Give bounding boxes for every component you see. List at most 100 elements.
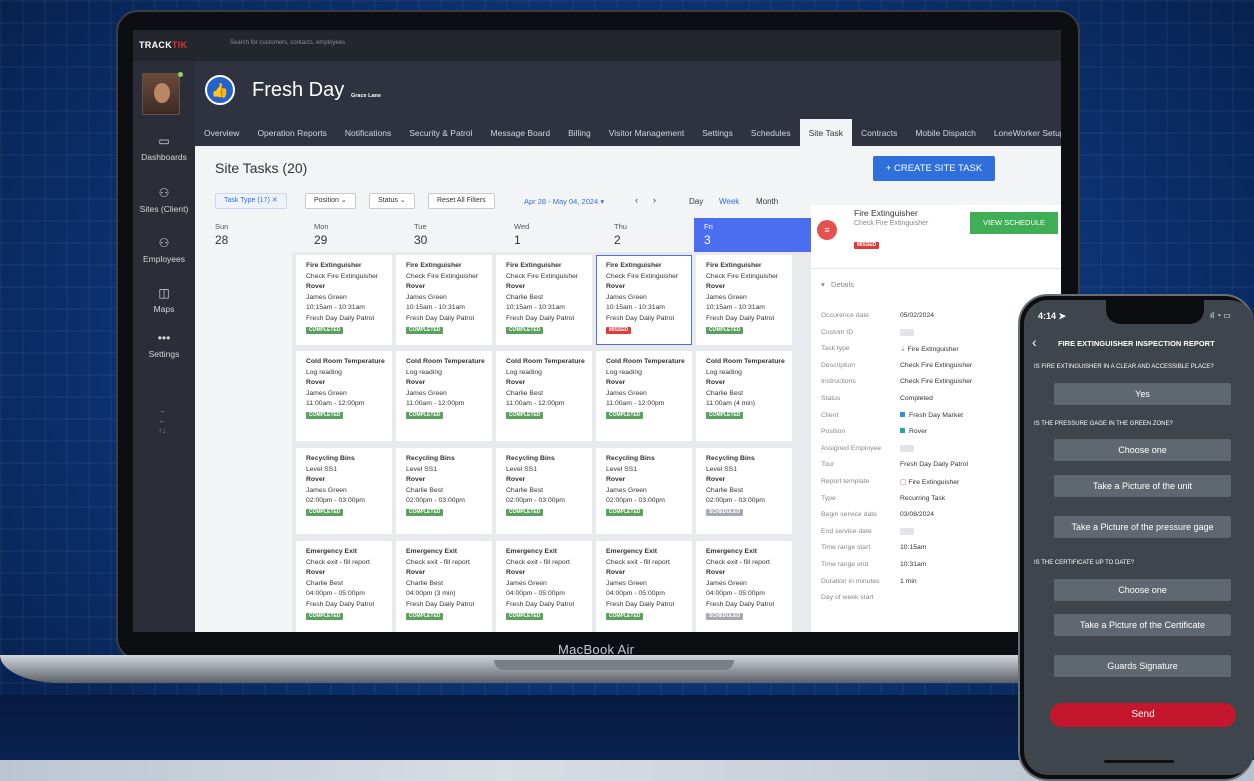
question-3: IS THE CERTIFICATE UP TO DATE? <box>1034 560 1134 566</box>
guards-signature-button[interactable]: Guards Signature <box>1054 655 1231 677</box>
detail-value-text: Rover <box>909 428 928 436</box>
prev-week-icon[interactable]: ‹ <box>635 195 638 205</box>
take-picture-certificate-button[interactable]: Take a Picture of the Certificate <box>1054 614 1231 636</box>
task-card-title: Fire Extinguisher <box>506 262 562 269</box>
task-card-time: 04:00pm - 05:00pm <box>706 590 765 598</box>
tab-notifications[interactable]: Notifications <box>336 119 400 146</box>
status-filter[interactable]: Status ⌄ <box>369 193 415 209</box>
tracktik-logo[interactable]: TRACKTIK <box>139 40 187 50</box>
sidebar-item-maps[interactable]: ◫ Maps <box>133 286 195 314</box>
detail-value-text: Fresh Day Market <box>909 411 964 419</box>
tab-site-task[interactable]: Site Task <box>799 119 852 146</box>
task-card[interactable]: Emergency Exit Check exit - fill report Ro… <box>496 541 592 632</box>
tab-security-patrol[interactable]: Security & Patrol <box>400 119 481 146</box>
task-card-desc: Check exit - fill report <box>506 558 570 566</box>
task-card[interactable]: Recycling Bins Level SS1 Rover James Green 0… <box>596 448 692 534</box>
task-card[interactable]: Cold Room Temperature Log reading Rover Cha… <box>696 351 792 441</box>
back-chevron-icon[interactable]: ‹ <box>1032 334 1037 350</box>
task-card-title: Emergency Exit <box>406 548 457 555</box>
task-card-desc: Level SS1 <box>506 465 537 473</box>
view-month[interactable]: Month <box>756 197 778 206</box>
tab-contracts[interactable]: Contracts <box>852 119 906 146</box>
task-card[interactable]: Fire Extinguisher Check Fire Extinguisher… <box>296 255 392 345</box>
task-card[interactable]: Fire Extinguisher Check Fire Extinguisher… <box>696 255 792 345</box>
task-card-pos: Rover <box>706 283 726 291</box>
sidebar-item-dashboards[interactable]: ▭ Dashboards <box>133 134 195 162</box>
task-card-title: Recycling Bins <box>506 455 555 462</box>
employees-icon: ⚇ <box>158 236 170 250</box>
task-card[interactable]: Emergency Exit Check exit - fill report Ro… <box>696 541 792 632</box>
date-range-picker[interactable]: Apr 28 - May 04, 2024 ▾ <box>524 197 604 206</box>
sidebar-arrows-icon[interactable]: → ← ↑↓ <box>158 406 166 436</box>
create-site-task-button[interactable]: + CREATE SITE TASK <box>873 156 995 181</box>
tab-mobile-dispatch[interactable]: Mobile Dispatch <box>906 119 984 146</box>
task-card[interactable]: Recycling Bins Level SS1 Rover Charlie Best… <box>496 448 592 534</box>
next-week-icon[interactable]: › <box>653 195 656 205</box>
task-card[interactable]: Fire Extinguisher Check Fire Extinguisher… <box>596 255 692 345</box>
task-card-pos: Rover <box>706 476 726 484</box>
detail-field-value <box>900 527 914 535</box>
avatar[interactable] <box>142 73 180 115</box>
task-card[interactable]: Recycling Bins Level SS1 Rover James Green 0… <box>296 448 392 534</box>
task-card[interactable]: Recycling Bins Level SS1 Rover Charlie Best… <box>696 448 792 534</box>
detail-field-label: Description <box>821 361 855 369</box>
task-card-tour: Fresh Day Daily Patrol <box>506 600 574 608</box>
task-card[interactable]: Cold Room Temperature Log reading Rover Jam… <box>296 351 392 441</box>
task-card[interactable]: Emergency Exit Check exit - fill report Ro… <box>396 541 492 632</box>
task-card[interactable]: Emergency Exit Check exit - fill report Ro… <box>296 541 392 632</box>
sites-icon: ⚇ <box>158 186 170 200</box>
close-icon[interactable]: ✕ <box>272 197 278 204</box>
search-input[interactable]: Search for customers, contacts, employee… <box>230 40 345 46</box>
tab-settings[interactable]: Settings <box>693 119 742 146</box>
answer-yes-button[interactable]: Yes <box>1054 383 1231 405</box>
task-card[interactable]: Recycling Bins Level SS1 Rover Charlie Best… <box>396 448 492 534</box>
choose-one-select-2[interactable]: Choose one <box>1054 579 1231 601</box>
status-badge: COMPLETED <box>406 508 444 516</box>
detail-value-text: 05/02/2024 <box>900 312 935 319</box>
view-schedule-button[interactable]: VIEW SCHEDULE <box>970 212 1058 234</box>
status-badge: COMPLETED <box>606 508 644 516</box>
task-card[interactable]: Cold Room Temperature Log reading Rover Jam… <box>396 351 492 441</box>
task-type-filter[interactable]: Task Type (17) ✕ <box>215 193 287 209</box>
sidebar-item-employees[interactable]: ⚇ Employees <box>133 236 195 264</box>
tab-visitor-management[interactable]: Visitor Management <box>600 119 693 146</box>
tab-loneworker-setup[interactable]: LoneWorker Setup <box>985 119 1061 146</box>
sidebar-item-sites[interactable]: ⚇ Sites (Client) <box>133 186 195 214</box>
task-card[interactable]: Fire Extinguisher Check Fire Extinguisher… <box>496 255 592 345</box>
task-card-tour: Fresh Day Daily Patrol <box>706 600 774 608</box>
task-card-emp: James Green <box>606 579 647 587</box>
day-header: Sun 28 <box>195 218 294 252</box>
choose-one-select[interactable]: Choose one <box>1054 439 1231 461</box>
detail-field-value: ▢ Fire Extinguisher <box>900 478 959 486</box>
view-day[interactable]: Day <box>689 197 703 206</box>
take-picture-gage-button[interactable]: Take a Picture of the pressure gage <box>1054 516 1231 538</box>
task-card[interactable]: Emergency Exit Check exit - fill report Ro… <box>596 541 692 632</box>
task-card-time: 02:00pm - 03:00pm <box>306 497 365 505</box>
task-card-desc: Level SS1 <box>606 465 637 473</box>
tab-billing[interactable]: Billing <box>559 119 600 146</box>
detail-field-value <box>900 328 914 336</box>
task-card[interactable]: Cold Room Temperature Log reading Rover Jam… <box>596 351 692 441</box>
tab-schedules[interactable]: Schedules <box>742 119 800 146</box>
task-card[interactable]: Fire Extinguisher Check Fire Extinguisher… <box>396 255 492 345</box>
detail-field-value: 10:15am <box>900 544 926 551</box>
tab-message-board[interactable]: Message Board <box>482 119 560 146</box>
position-color-icon <box>900 428 905 434</box>
task-card[interactable]: Cold Room Temperature Log reading Rover Cha… <box>496 351 592 441</box>
take-picture-unit-button[interactable]: Take a Picture of the unit <box>1054 475 1231 497</box>
reset-filters-button[interactable]: Reset All Filters <box>428 193 495 209</box>
task-card-pos: Rover <box>606 476 626 484</box>
more-icon: ••• <box>157 331 171 345</box>
task-card-tour: Fresh Day Daily Patrol <box>406 314 474 322</box>
tab-overview[interactable]: Overview <box>195 119 248 146</box>
view-week[interactable]: Week <box>719 197 739 206</box>
position-filter[interactable]: Position ⌄ <box>305 193 356 209</box>
report-title: FIRE EXTINGUISHER INSPECTION REPORT <box>1058 339 1215 348</box>
task-card-pos: Rover <box>706 379 726 387</box>
details-section-toggle[interactable]: ▾ Details <box>821 280 854 289</box>
task-card-pos: Rover <box>406 283 426 291</box>
sidebar-item-settings[interactable]: ••• Settings <box>133 331 195 359</box>
phone-time: 4:14 ➤ <box>1038 311 1067 321</box>
send-button[interactable]: Send <box>1050 703 1236 727</box>
tab-operation-reports[interactable]: Operation Reports <box>248 119 335 146</box>
